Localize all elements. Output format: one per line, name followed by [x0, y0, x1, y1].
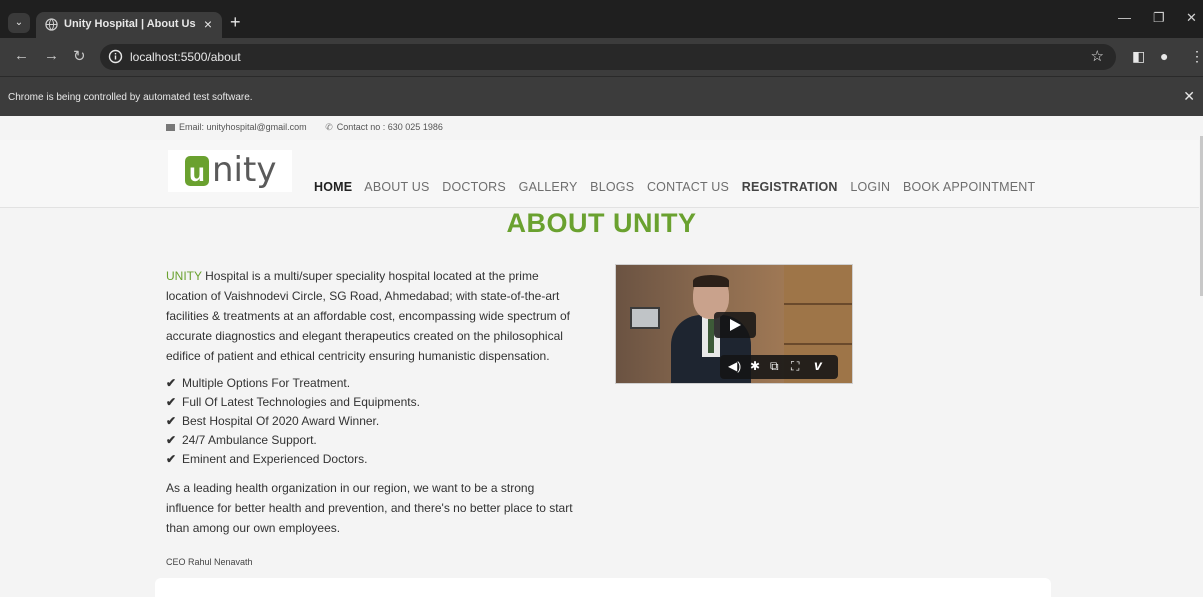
closing-paragraph: As a leading health organization in our … — [166, 481, 573, 535]
infobar-message: Chrome is being controlled by automated … — [8, 92, 253, 103]
main-nav: HOME ABOUT US DOCTORS GALLERY BLOGS CONT… — [314, 180, 1044, 194]
brand-name: UNITY — [166, 269, 202, 283]
menu-kebab-icon[interactable]: ⋮ — [1190, 48, 1203, 65]
tab-title: Unity Hospital | About Us — [64, 18, 196, 30]
list-item: ✔ 24/7 Ambulance Support. — [166, 431, 576, 450]
play-button[interactable] — [714, 312, 756, 338]
check-icon: ✔ — [166, 433, 177, 447]
back-icon[interactable]: ← — [14, 47, 29, 64]
check-icon: ✔ — [166, 395, 177, 409]
reload-icon[interactable]: ↻ — [73, 47, 86, 65]
address-bar[interactable]: localhost:5500/about ☆ — [100, 44, 1116, 70]
site-header: u nity HOME ABOUT US DOCTORS GALLERY BLO… — [0, 140, 1203, 208]
intro-paragraph: UNITY Hospital is a multi/super speciali… — [166, 266, 576, 366]
pip-icon[interactable]: ⧉ — [770, 359, 779, 374]
video-controls: ◀) ✱ ⧉ ⛶ v — [720, 355, 838, 379]
list-item: ✔ Eminent and Experienced Doctors. — [166, 450, 576, 469]
tab-close-icon[interactable]: × — [204, 16, 212, 32]
page-scrollbar[interactable] — [1199, 116, 1203, 597]
page-title: ABOUT UNITY — [506, 208, 697, 238]
check-icon: ✔ — [166, 376, 177, 390]
volume-icon[interactable]: ◀) — [728, 359, 741, 373]
cards-section — [155, 578, 1051, 597]
window-close-icon[interactable]: ✕ — [1186, 10, 1197, 26]
url-text: localhost:5500/about — [130, 50, 241, 64]
email-text: Email: unityhospital@gmail.com — [179, 122, 307, 132]
nav-contact-us[interactable]: CONTACT US — [647, 180, 729, 194]
vimeo-icon[interactable]: v — [814, 357, 822, 373]
nav-gallery[interactable]: GALLERY — [519, 180, 578, 194]
check-icon: ✔ — [166, 414, 177, 428]
page-viewport: Email: unityhospital@gmail.com ✆ Contact … — [0, 116, 1203, 597]
tab-search-button[interactable]: ⌄ — [8, 13, 30, 33]
play-icon — [730, 319, 741, 331]
intro-text: Hospital is a multi/super speciality hos… — [166, 269, 570, 363]
ceo-signature: CEO Rahul Nenavath — [166, 557, 253, 567]
fullscreen-icon[interactable]: ⛶ — [791, 359, 799, 374]
globe-icon — [45, 18, 58, 31]
phone-icon: ✆ — [325, 122, 333, 132]
nav-blogs[interactable]: BLOGS — [590, 180, 634, 194]
nav-login[interactable]: LOGIN — [850, 180, 890, 194]
browser-toolbar: ← → ↻ localhost:5500/about ☆ ◧ ● ⋮ — [0, 38, 1203, 76]
mail-icon — [166, 124, 175, 131]
nav-doctors[interactable]: DOCTORS — [442, 180, 506, 194]
logo-letter: u — [185, 156, 209, 187]
list-item: ✔ Multiple Options For Treatment. — [166, 374, 576, 393]
video-background-frame — [630, 307, 660, 329]
list-item: ✔ Full Of Latest Technologies and Equipme… — [166, 393, 576, 412]
settings-icon[interactable]: ✱ — [750, 359, 760, 373]
browser-tab-bar: ⌄ Unity Hospital | About Us × + — ❐ ✕ — [0, 0, 1203, 38]
automation-infobar: Chrome is being controlled by automated … — [0, 76, 1203, 116]
feature-list: ✔ Multiple Options For Treatment. ✔ Full O… — [166, 374, 576, 469]
restore-icon[interactable]: ❐ — [1153, 10, 1165, 26]
about-content: UNITY Hospital is a multi/super speciali… — [166, 266, 576, 572]
site-logo[interactable]: u nity — [168, 150, 292, 192]
new-tab-button[interactable]: + — [230, 12, 241, 33]
site-info-icon[interactable] — [108, 49, 123, 64]
check-icon: ✔ — [166, 452, 177, 466]
nav-about-us[interactable]: ABOUT US — [364, 180, 429, 194]
nav-home[interactable]: HOME — [314, 180, 352, 194]
forward-icon[interactable]: → — [44, 47, 59, 64]
profile-icon[interactable]: ● — [1160, 48, 1168, 64]
minimize-icon[interactable]: — — [1118, 10, 1131, 25]
video-player[interactable]: ◀) ✱ ⧉ ⛶ v — [615, 264, 853, 384]
browser-tab[interactable]: Unity Hospital | About Us × — [36, 12, 222, 38]
infobar-close-icon[interactable]: ✕ — [1183, 88, 1195, 105]
side-panel-icon[interactable]: ◧ — [1132, 48, 1145, 65]
logo-text: nity — [212, 150, 277, 190]
bookmark-star-icon[interactable]: ☆ — [1091, 47, 1104, 65]
nav-registration[interactable]: REGISTRATION — [742, 180, 838, 194]
list-item: ✔ Best Hospital Of 2020 Award Winner. — [166, 412, 576, 431]
contact-text: Contact no : 630 025 1986 — [336, 122, 443, 132]
contact-strip: Email: unityhospital@gmail.com ✆ Contact … — [166, 122, 447, 133]
nav-book-appointment[interactable]: BOOK APPOINTMENT — [903, 180, 1035, 194]
